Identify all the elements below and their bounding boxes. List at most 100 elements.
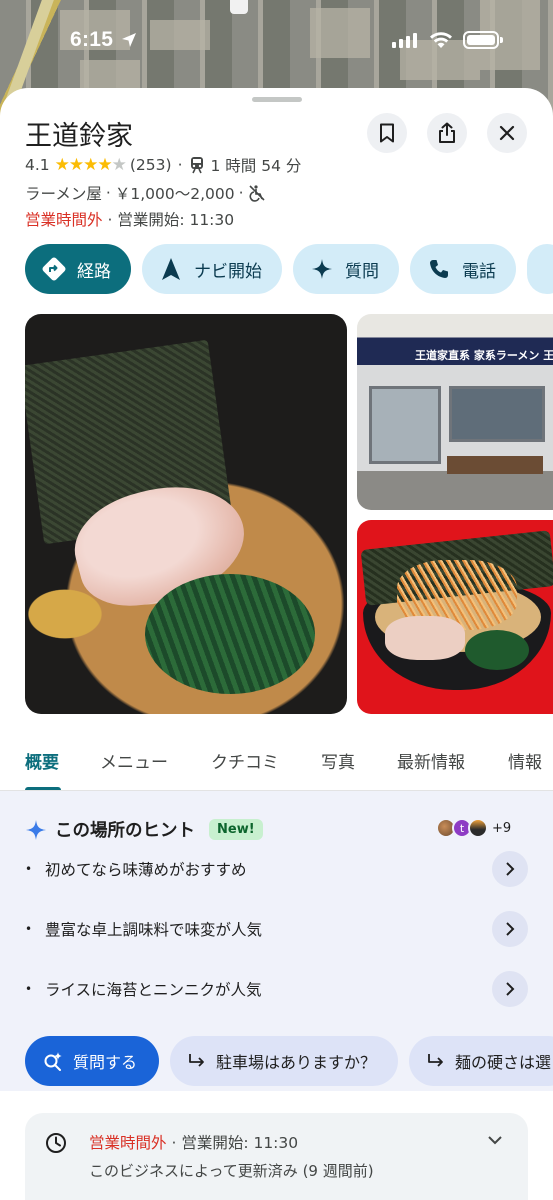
chevron-down-icon[interactable] — [487, 1135, 503, 1145]
close-button[interactable] — [487, 113, 527, 153]
rating-row[interactable]: 4.1 ★★★★★ (253) · 1 時間 54 分 — [25, 154, 301, 176]
closed-status: 営業時間外 — [25, 211, 103, 229]
search-sparkle-icon — [44, 1052, 62, 1071]
place-sheet: 王道鈴家 4.1 ★★★★★ (253) · 1 時間 54 分 ラーメン屋 ·… — [0, 88, 553, 1200]
separator-dot: · — [177, 156, 183, 174]
phone-icon — [426, 256, 452, 282]
hint-text: 豊富な卓上調味料で味変が人気 — [45, 921, 263, 939]
rating-value: 4.1 — [25, 156, 50, 174]
hint-item[interactable]: • ライスに海苔とニンニクが人気 — [25, 969, 528, 1009]
tab-about[interactable]: 情報 — [508, 748, 542, 773]
hint-item[interactable]: • 初めてなら味薄めがおすすめ — [25, 849, 528, 889]
rating-stars: ★★★★★ — [54, 155, 127, 175]
ask-label: 質問 — [345, 261, 379, 282]
hint-text: ライスに海苔とニンニクが人気 — [45, 981, 262, 999]
clock-icon — [46, 1133, 66, 1153]
avatar — [468, 818, 488, 838]
start-navigation-button[interactable]: ナビ開始 — [142, 244, 282, 294]
gemini-sparkle-icon — [26, 819, 46, 840]
photo-ramen-main[interactable] — [25, 314, 347, 714]
drag-handle[interactable] — [252, 97, 302, 102]
reply-arrow-icon — [189, 1054, 204, 1067]
directions-label: 経路 — [77, 261, 111, 282]
place-hints-panel: この場所のヒント New! t +9 • 初めてなら味薄めがおすすめ • 豊富な… — [0, 791, 553, 1091]
hints-header: この場所のヒント New! — [25, 817, 263, 842]
bullet: • — [25, 862, 33, 876]
no-wheelchair-icon — [248, 185, 265, 202]
location-arrow-icon — [122, 33, 136, 47]
opening-time: 営業開始: 11:30 — [117, 211, 235, 229]
category-row: ラーメン屋 · ￥1,000～2,000 · — [25, 182, 266, 204]
navigation-label: ナビ開始 — [194, 261, 262, 282]
hints-title: この場所のヒント — [55, 821, 195, 841]
navigation-icon — [158, 256, 184, 282]
place-title: 王道鈴家 — [25, 121, 133, 152]
ask-question-label: 質問する — [73, 1053, 138, 1072]
bookmark-icon — [380, 123, 394, 143]
photo-detail — [447, 456, 543, 474]
status-time: 6:15 — [70, 28, 114, 51]
bullet: • — [25, 922, 33, 936]
question-chips: 質問する 駐車場はありますか？ 麺の硬さは選 — [25, 1036, 553, 1086]
tab-reviews[interactable]: クチコミ — [211, 748, 279, 773]
tab-overview[interactable]: 概要 — [25, 748, 59, 773]
review-count: (253) — [129, 156, 172, 174]
transit-time: 1 時間 54 分 — [210, 157, 302, 175]
share-button[interactable] — [427, 113, 467, 153]
bullet: • — [25, 982, 33, 996]
more-actions-chip[interactable] — [527, 244, 553, 294]
photo-detail — [145, 574, 315, 694]
photo-detail — [449, 386, 545, 442]
hours-card[interactable]: 営業時間外 · 営業開始: 11:30 このビジネスによって更新済み (9 週間… — [25, 1113, 528, 1200]
chevron-right-icon — [492, 971, 528, 1007]
share-icon — [439, 122, 455, 143]
separator-dot: · — [105, 184, 111, 202]
photo-detail — [465, 630, 529, 670]
directions-icon — [41, 256, 67, 282]
directions-button[interactable]: 経路 — [25, 244, 131, 294]
suggested-question-chip[interactable]: 麺の硬さは選 — [409, 1036, 553, 1086]
new-badge: New! — [209, 819, 263, 840]
ask-button[interactable]: 質問 — [293, 244, 399, 294]
call-button[interactable]: 電話 — [410, 244, 516, 294]
reply-arrow-icon — [428, 1054, 443, 1067]
separator-dot: · — [238, 184, 244, 202]
chevron-right-icon — [492, 911, 528, 947]
separator-dot: · — [171, 1134, 182, 1152]
suggested-question-chip[interactable]: 駐車場はありますか？ — [170, 1036, 399, 1086]
suggested-question: 駐車場はありますか？ — [216, 1053, 377, 1072]
tab-photos[interactable]: 写真 — [321, 748, 355, 773]
ask-question-button[interactable]: 質問する — [25, 1036, 160, 1086]
cellular-signal-icon — [392, 33, 417, 48]
sparkle-icon — [309, 256, 335, 282]
call-label: 電話 — [462, 261, 496, 282]
status-bar: 6:15 — [0, 0, 553, 80]
tab-menu[interactable]: メニュー — [100, 748, 168, 773]
contributor-count: +9 — [492, 820, 512, 836]
hours-status-line: 営業時間外 · 営業開始: 11:30 — [89, 1131, 298, 1153]
closed-status: 営業時間外 — [89, 1134, 167, 1152]
wifi-icon — [430, 32, 452, 48]
save-button[interactable] — [367, 113, 407, 153]
battery-icon — [463, 31, 503, 49]
hint-text: 初めてなら味薄めがおすすめ — [45, 861, 247, 879]
close-icon — [499, 125, 515, 141]
separator-dot: · — [107, 211, 118, 229]
photo-detail — [385, 616, 465, 660]
action-chips: 経路 ナビ開始 質問 電話 — [25, 244, 553, 294]
tab-updates[interactable]: 最新情報 — [397, 748, 465, 773]
chevron-right-icon — [492, 851, 528, 887]
train-icon — [190, 157, 203, 174]
storefront-sign: 王道家直系 家系ラーメン 王道鈴家 — [415, 349, 553, 362]
contributor-avatars[interactable]: t +9 — [436, 818, 511, 838]
hours-row[interactable]: 営業時間外 · 営業開始: 11:30 — [25, 208, 234, 230]
hours-updated-note: このビジネスによって更新済み (9 週間前) — [89, 1162, 374, 1180]
suggested-question: 麺の硬さは選 — [455, 1053, 552, 1072]
photo-ramen-red[interactable] — [357, 520, 553, 714]
place-tabs: 概要 メニュー クチコミ 写真 最新情報 情報 — [0, 740, 553, 790]
place-category: ラーメン屋 — [25, 185, 102, 203]
price-range: ￥1,000～2,000 — [114, 185, 235, 203]
hint-item[interactable]: • 豊富な卓上調味料で味変が人気 — [25, 909, 528, 949]
photo-storefront[interactable]: 王道家直系 家系ラーメン 王道鈴家 — [357, 314, 553, 510]
opening-time: 営業開始: 11:30 — [181, 1134, 299, 1152]
